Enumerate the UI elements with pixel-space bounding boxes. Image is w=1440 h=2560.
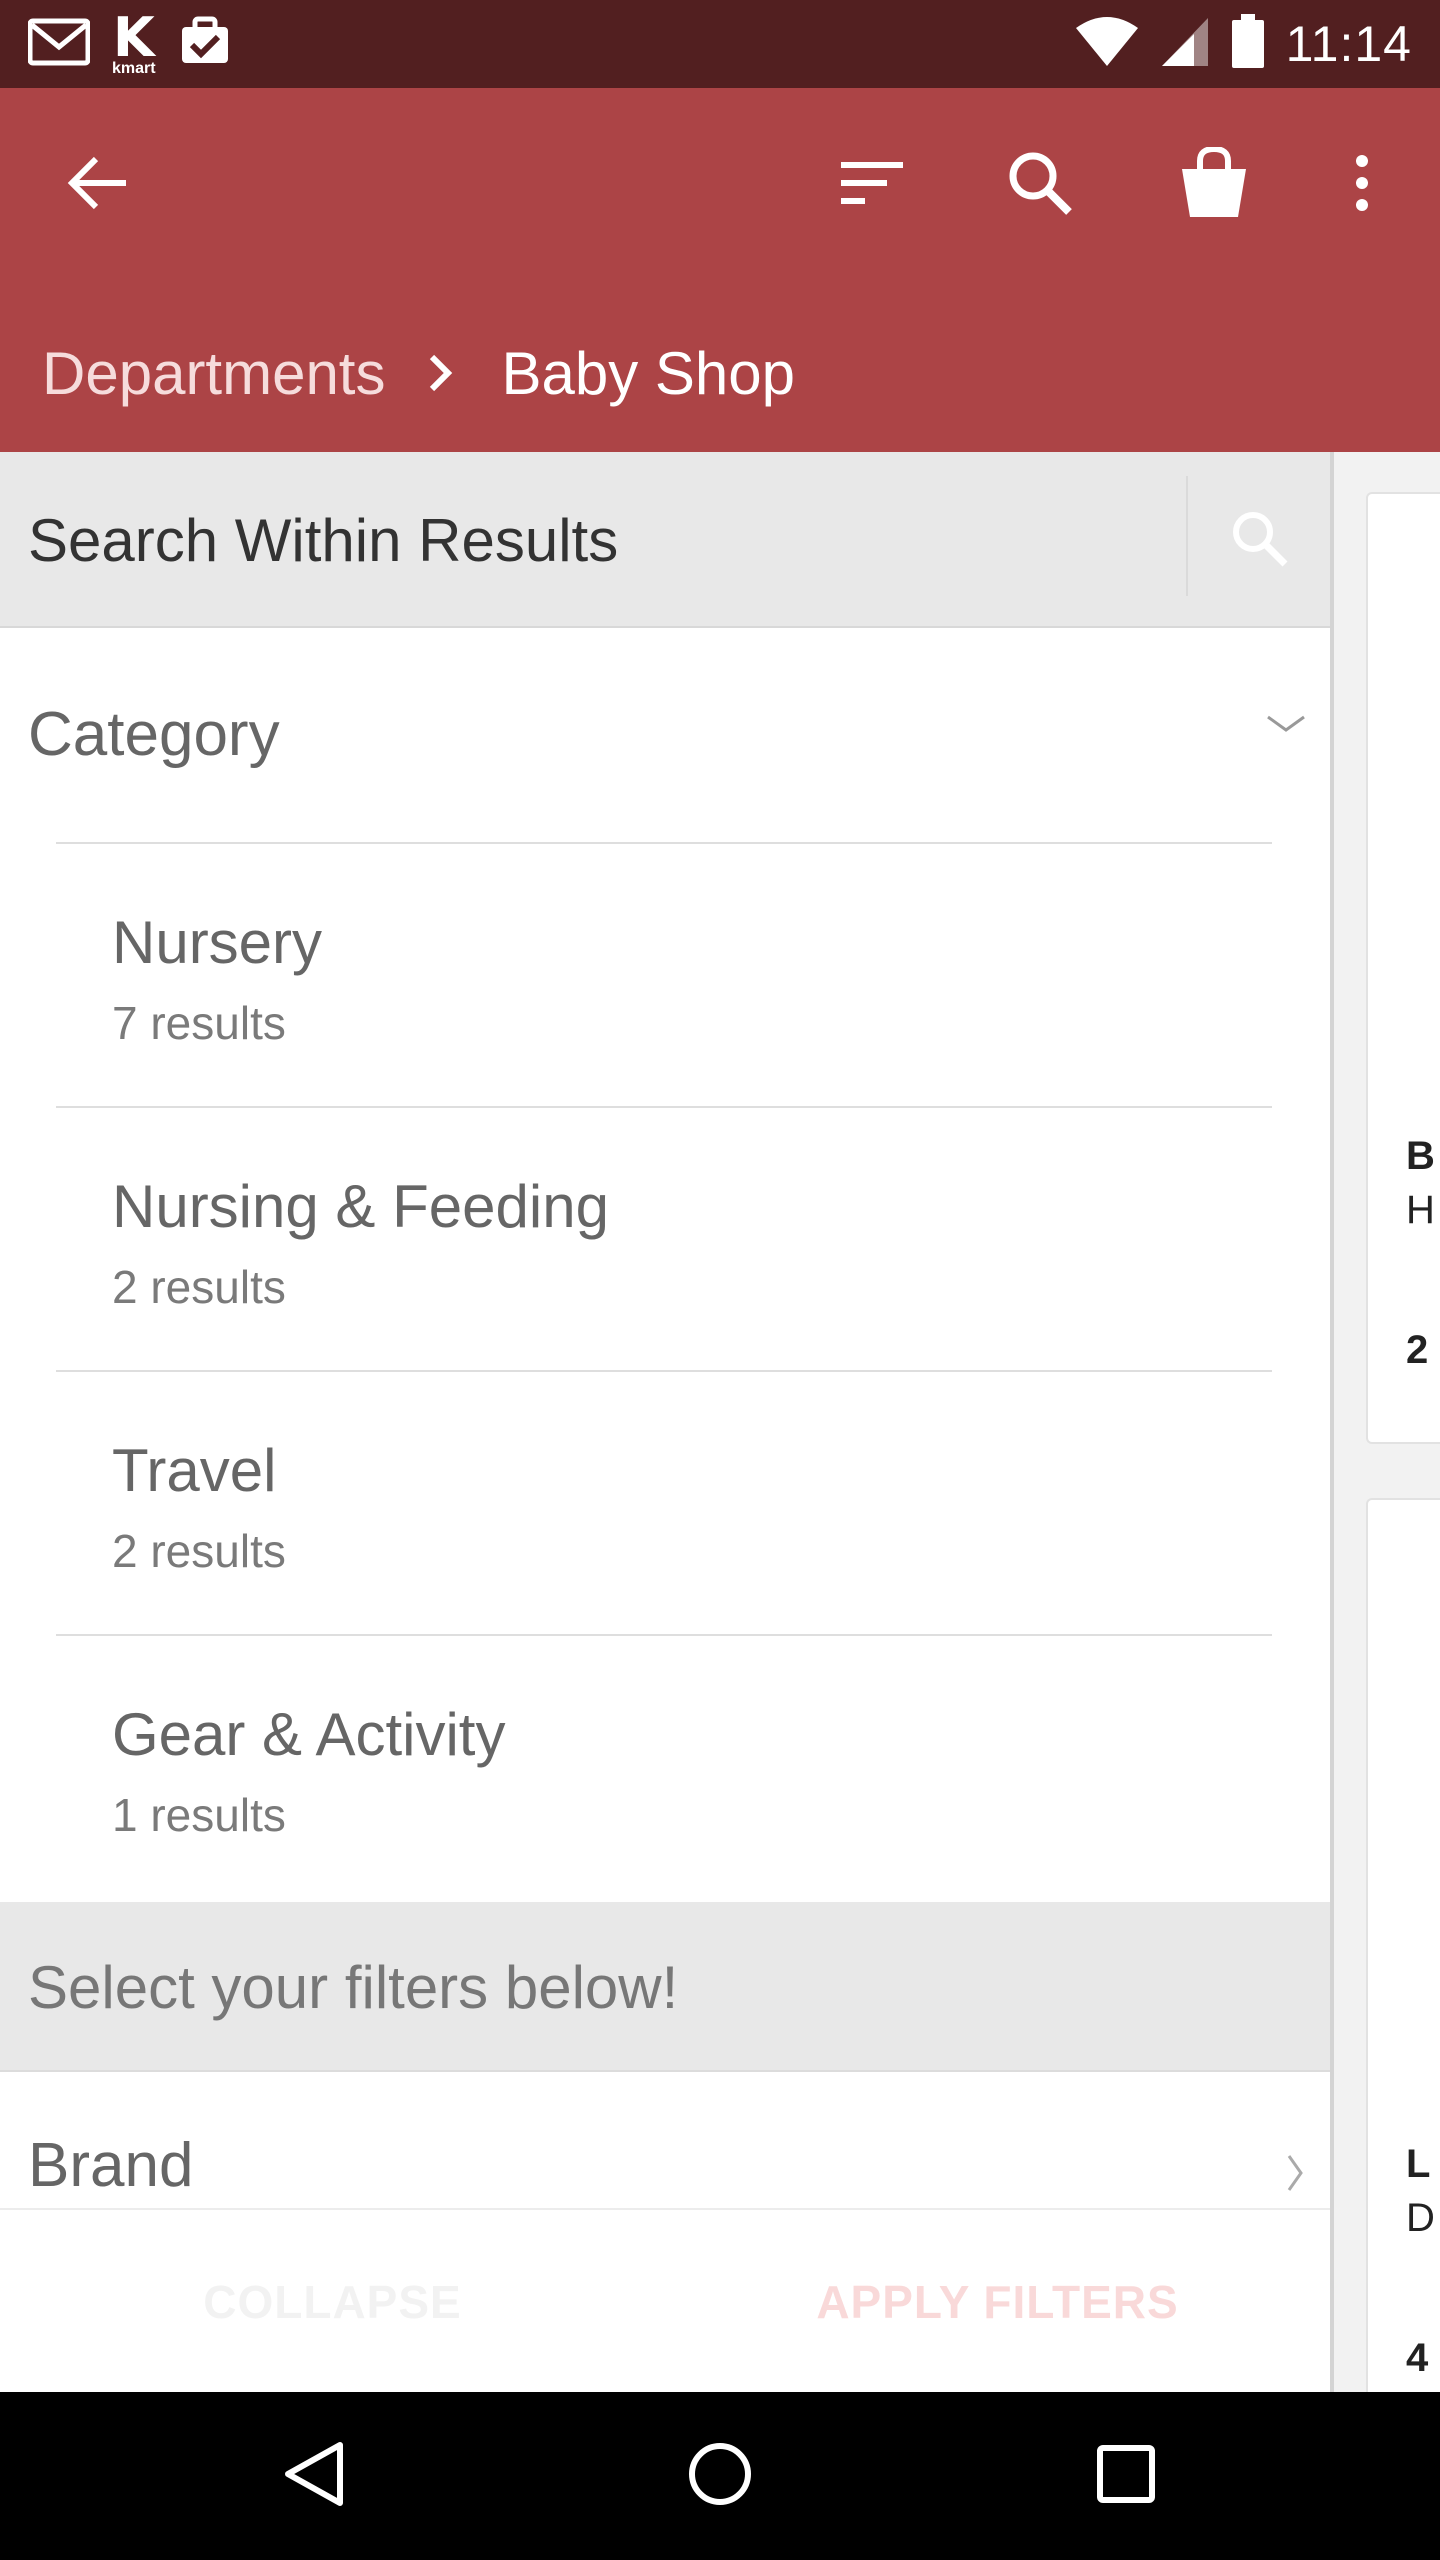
search-within-input[interactable]: Search Within Results	[28, 452, 618, 628]
app-bar: Departments Baby Shop	[0, 88, 1440, 452]
gmail-icon	[27, 17, 91, 72]
sort-icon	[839, 160, 905, 211]
category-item-nursing-feeding[interactable]: Nursing & Feeding 2 results	[56, 1106, 1272, 1370]
brand-title: Brand	[28, 2131, 194, 2200]
filter-drawer: Search Within Results Category Nursery 7…	[0, 452, 1330, 2392]
category-header[interactable]: Category	[0, 628, 1330, 840]
search-icon	[1007, 150, 1073, 221]
drawer-shadow	[1330, 452, 1334, 2392]
chevron-right-icon	[1286, 2154, 1304, 2197]
breadcrumb-current: Baby Shop	[501, 339, 796, 407]
category-item-gear-activity[interactable]: Gear & Activity 1 results	[56, 1634, 1272, 1900]
search-within-button[interactable]	[1188, 452, 1330, 628]
nav-back-triangle-icon	[282, 2439, 346, 2514]
shopping-bag-icon	[1178, 145, 1250, 224]
filters-banner: Select your filters below!	[0, 1902, 1330, 2072]
wifi-icon	[1074, 16, 1140, 73]
category-item-name: Travel	[112, 1437, 277, 1504]
signal-icon	[1160, 16, 1210, 73]
kmart-app-icon: K kmart	[112, 11, 156, 77]
nav-recents-button[interactable]	[1066, 2416, 1186, 2536]
more-vert-icon	[1354, 153, 1370, 218]
nav-home-button[interactable]	[660, 2416, 780, 2536]
nav-home-circle-icon	[687, 2441, 753, 2512]
product-card-subtitle-fragment: H	[1406, 1188, 1435, 1232]
product-card-title-fragment: L	[1406, 2142, 1431, 2186]
sort-button[interactable]	[824, 137, 920, 233]
task-check-icon	[178, 15, 232, 74]
apply-filters-button[interactable]: APPLY FILTERS	[665, 2210, 1330, 2392]
product-card-subtitle-fragment: D	[1406, 2196, 1435, 2240]
breadcrumb-departments[interactable]: Departments	[42, 339, 385, 408]
search-icon	[1229, 508, 1289, 573]
collapse-button[interactable]: COLLAPSE	[0, 2210, 665, 2392]
category-item-count: 2 results	[112, 1525, 286, 1577]
nav-back-button[interactable]	[254, 2416, 374, 2536]
battery-icon	[1230, 13, 1266, 75]
filters-banner-text: Select your filters below!	[28, 1953, 679, 2021]
category-item-name: Gear & Activity	[112, 1701, 506, 1768]
status-bar: K kmart 11:14	[0, 0, 1440, 88]
back-arrow-icon	[66, 155, 130, 216]
clock: 11:14	[1285, 16, 1412, 72]
category-item-count: 2 results	[112, 1261, 286, 1313]
category-item-count: 1 results	[112, 1789, 286, 1841]
search-button[interactable]	[992, 137, 1088, 233]
product-card-price-fragment: 2	[1406, 1328, 1429, 1372]
product-card-title-fragment: B	[1406, 1134, 1435, 1178]
chevron-down-icon	[1266, 714, 1306, 739]
category-item-travel[interactable]: Travel 2 results	[56, 1370, 1272, 1634]
back-button[interactable]	[50, 137, 146, 233]
system-nav-bar	[0, 2392, 1440, 2560]
product-card[interactable]: L D 4	[1366, 1498, 1440, 2398]
category-item-nursery[interactable]: Nursery 7 results	[56, 842, 1272, 1106]
product-card-price-fragment: 4	[1406, 2336, 1429, 2380]
category-item-name: Nursery	[112, 909, 323, 976]
kmart-logo-word: kmart	[112, 60, 156, 77]
breadcrumb: Departments Baby Shop	[42, 328, 795, 418]
kmart-logo-letter: K	[112, 6, 155, 69]
chevron-right-icon	[427, 353, 453, 393]
cart-button[interactable]	[1166, 137, 1262, 233]
nav-recents-square-icon	[1096, 2444, 1156, 2509]
category-item-name: Nursing & Feeding	[112, 1173, 609, 1240]
filter-actions-bar: COLLAPSE APPLY FILTERS	[0, 2208, 1330, 2392]
product-list-peek: B H 2 L D 4	[1332, 452, 1440, 2398]
more-options-button[interactable]	[1314, 137, 1410, 233]
search-within-results: Search Within Results	[0, 452, 1330, 628]
product-card[interactable]: B H 2	[1366, 492, 1440, 1444]
category-item-count: 7 results	[112, 997, 286, 1049]
category-title: Category	[28, 699, 280, 769]
